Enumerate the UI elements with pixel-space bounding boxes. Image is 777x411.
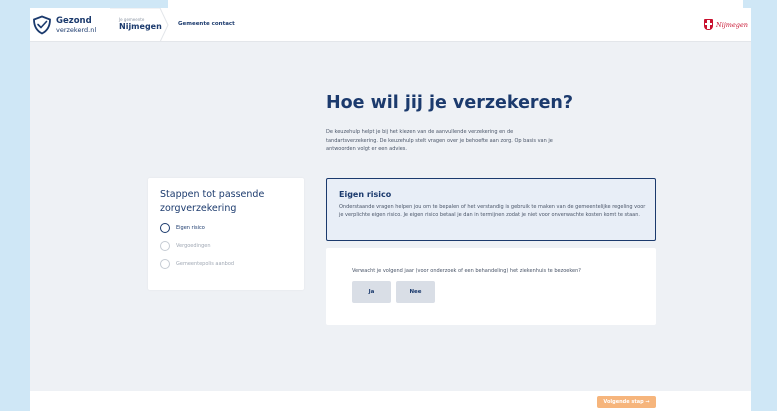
step-radio-icon — [160, 223, 170, 233]
step-radio-icon — [160, 241, 170, 251]
site-header: Gezond verzekerd.nl Je gemeente Nijmegen… — [30, 8, 751, 42]
nijmegen-city-logo[interactable]: Nijmegen — [704, 19, 748, 30]
steps-card: Stappen tot passende zorgverzekering Eig… — [148, 178, 304, 290]
breadcrumb-city: Nijmegen — [119, 22, 162, 31]
question-text: Verwacht je volgend jaar (voor onderzoek… — [352, 268, 581, 274]
step-vergoedingen[interactable]: Vergoedingen — [160, 240, 211, 252]
city-crest-icon — [704, 19, 713, 30]
next-step-button[interactable]: Volgende stap → — [597, 396, 656, 408]
city-logo-text: Nijmegen — [716, 20, 748, 29]
app-frame: Gezond verzekerd.nl Je gemeente Nijmegen… — [30, 8, 751, 411]
info-title: Eigen risico — [339, 190, 392, 199]
logo-line1: Gezond — [56, 16, 92, 26]
step-radio-icon — [160, 259, 170, 269]
nav-gemeente-contact[interactable]: Gemeente contact — [178, 21, 235, 27]
intro-text: De keuzehulp helpt je bij het kiezen van… — [326, 129, 553, 153]
logo-line2: verzekerd.nl — [56, 25, 97, 34]
step-label: Vergoedingen — [176, 243, 211, 249]
step-label: Eigen risico — [176, 225, 205, 231]
page-title: Hoe wil jij je verzekeren? — [326, 93, 574, 113]
footer-bar: Volgende stap → — [30, 391, 751, 411]
answer-no-button[interactable]: Nee — [396, 281, 435, 303]
gezondverzekerd-logo[interactable]: Gezond verzekerd.nl — [32, 15, 96, 35]
breadcrumb-municipality[interactable]: Je gemeente Nijmegen — [110, 8, 170, 42]
shield-logo-icon — [33, 15, 51, 35]
eigen-risico-info-box: Eigen risico Onderstaande vragen helpen … — [326, 178, 656, 241]
step-gemeentepolis-aanbod[interactable]: Gemeentepolis aanbod — [160, 258, 234, 270]
question-card: Verwacht je volgend jaar (voor onderzoek… — [326, 248, 656, 325]
answer-yes-button[interactable]: Ja — [352, 281, 391, 303]
info-text: Onderstaande vragen helpen jou om te bep… — [339, 204, 646, 219]
steps-title: Stappen tot passende zorgverzekering — [160, 189, 265, 214]
top-strip — [168, 0, 743, 8]
step-label: Gemeentepolis aanbod — [176, 261, 235, 267]
step-eigen-risico[interactable]: Eigen risico — [160, 222, 205, 234]
